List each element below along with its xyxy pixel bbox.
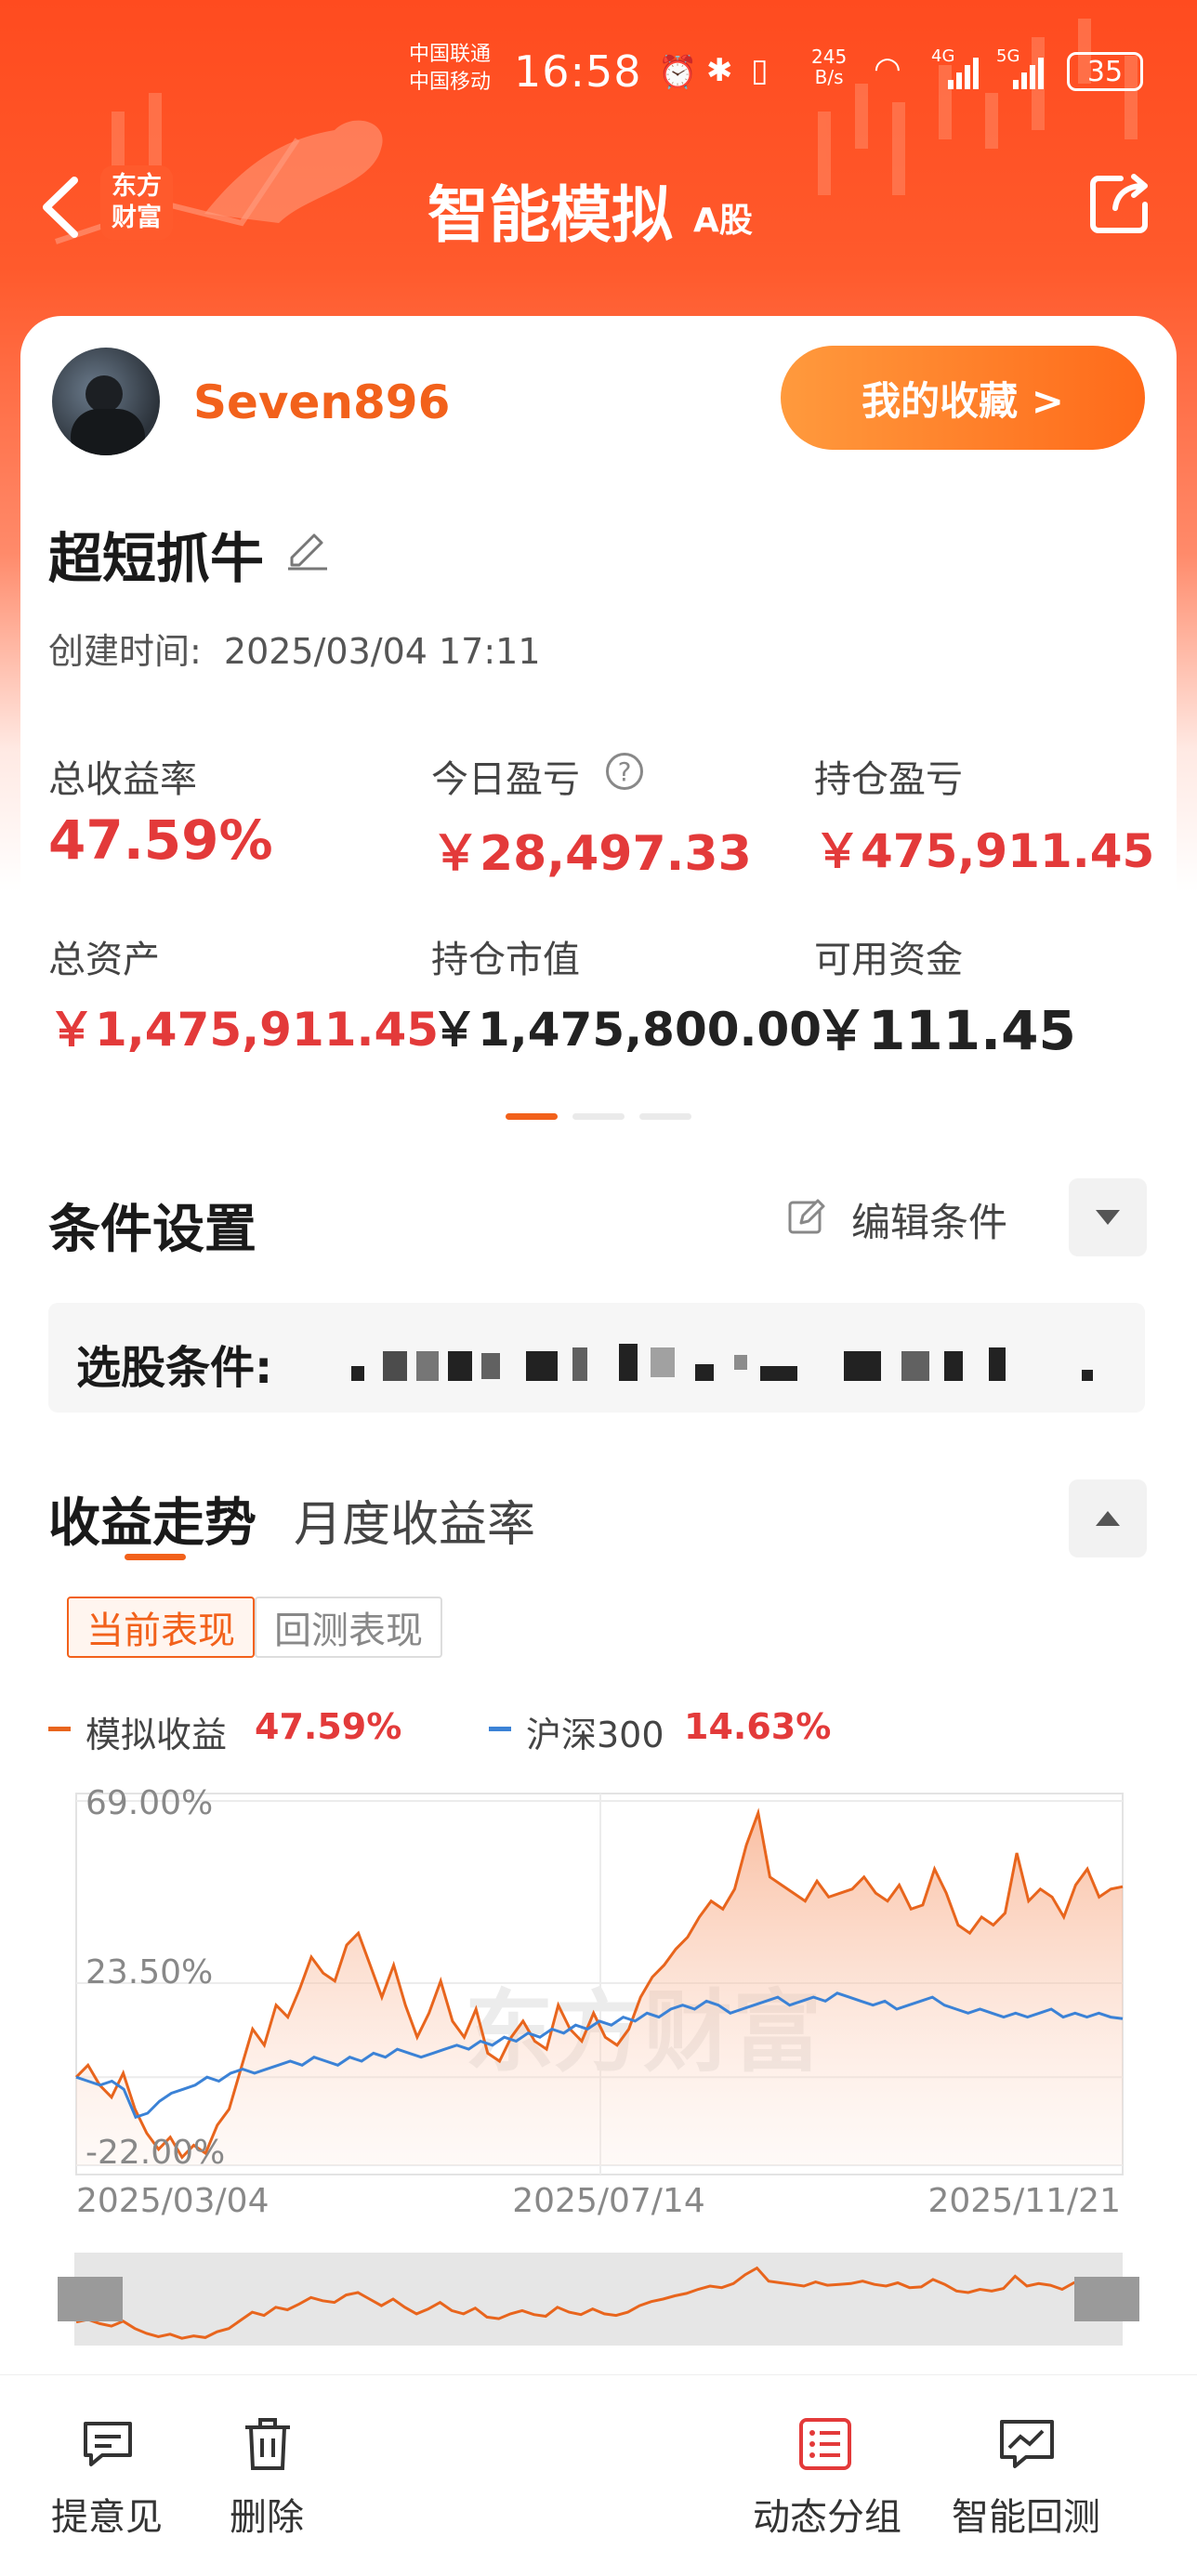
help-icon[interactable]: ?	[606, 753, 643, 790]
legend-hs300-name: 沪深300	[526, 1715, 664, 1755]
signal-2-icon	[1013, 58, 1044, 89]
bluetooth-icon: ✱	[706, 52, 733, 89]
conditions-title: 条件设置	[48, 1200, 256, 1260]
stock-condition-label: 选股条件:	[76, 1342, 273, 1394]
pager-dot[interactable]	[572, 1113, 625, 1120]
edit-name-icon[interactable]	[284, 526, 331, 572]
smart-backtest-button[interactable]: 智能回测	[942, 2487, 1110, 2541]
carrier-2: 中国移动	[409, 71, 492, 94]
vibrate-icon: ▯	[751, 52, 769, 89]
current-performance-button[interactable]: 当前表现	[67, 1597, 255, 1658]
stat-label-today-pnl: 今日盈亏	[431, 758, 580, 801]
created-label: 创建时间:	[48, 631, 202, 672]
dynamic-group-button[interactable]: 动态分组	[743, 2487, 911, 2541]
stat-label-position-pnl: 持仓盈亏	[814, 758, 963, 801]
chevron-up-icon	[1096, 1511, 1120, 1526]
navigator-track	[74, 2253, 1123, 2346]
bottom-toolbar	[0, 2374, 1197, 2576]
stat-value-total-return: 47.59%	[48, 808, 273, 872]
edit-conditions-button[interactable]: 编辑条件	[851, 1191, 1007, 1248]
stat-value-total-assets: ￥1,475,911.45	[48, 1003, 440, 1057]
legend-sim-name: 模拟收益	[86, 1715, 228, 1755]
navigator-handle-left[interactable]	[58, 2277, 123, 2321]
stat-label-total-return: 总收益率	[48, 758, 197, 801]
my-favorites-button[interactable]: 我的收藏 >	[781, 346, 1145, 450]
y-tick-label: -22.00%	[86, 2134, 225, 2172]
tab-active-indicator	[125, 1554, 186, 1560]
wifi-icon: ◠	[874, 50, 901, 87]
group-list-icon[interactable]	[797, 2416, 853, 2472]
carrier-1: 中国联通	[409, 43, 492, 66]
range-navigator[interactable]	[0, 2249, 1197, 2351]
backtest-chart-icon[interactable]	[998, 2416, 1056, 2472]
delete-button[interactable]: 删除	[206, 2487, 327, 2541]
status-time: 16:58	[514, 46, 642, 97]
x-tick-labels: 2025/03/04 2025/07/14 2025/11/21	[76, 2182, 1121, 2220]
share-icon[interactable]	[1087, 171, 1152, 236]
created-row: 创建时间: 2025/03/04 17:11	[48, 623, 541, 674]
page-title: 智能模拟	[428, 179, 673, 251]
feedback-button[interactable]: 提意见	[46, 2487, 167, 2541]
tab-monthly-return[interactable]: 月度收益率	[294, 1485, 535, 1555]
conditions-collapse-button[interactable]	[1069, 1178, 1147, 1256]
avatar[interactable]	[52, 348, 160, 455]
legend-hs300-value: 14.63%	[684, 1706, 832, 1747]
status-carriers: 中国联通 中国移动	[409, 41, 491, 97]
strategy-name: 超短抓牛	[48, 527, 265, 590]
navigator-handle-right[interactable]	[1074, 2277, 1139, 2321]
stock-condition-redacted	[344, 1342, 1134, 1388]
stat-label-market-value: 持仓市值	[431, 939, 580, 981]
returns-collapse-button[interactable]	[1069, 1479, 1147, 1557]
y-tick-label: 23.50%	[86, 1953, 213, 1991]
return-trend-chart[interactable]: 东方财富 69.00%23.50%-22.00% 2025/03/042025/…	[0, 1784, 1197, 2221]
y-tick-label: 69.00%	[86, 1784, 213, 1822]
back-arrow-icon[interactable]	[37, 175, 84, 240]
x-tick-label: 2025/11/21	[928, 2182, 1122, 2220]
x-tick-label: 2025/07/14	[512, 2182, 705, 2220]
edit-conditions-icon[interactable]	[786, 1197, 827, 1238]
battery-level: 35	[1086, 55, 1124, 88]
alarm-icon: ⏰	[658, 54, 698, 91]
eastmoney-logo: 东方 财富	[100, 165, 173, 240]
legend-swatch-sim	[48, 1727, 71, 1731]
stat-value-today-pnl: ￥28,497.33	[431, 826, 752, 882]
pager-dot[interactable]	[639, 1113, 691, 1120]
chevron-down-icon	[1096, 1210, 1120, 1225]
stat-value-position-pnl: ￥475,911.45	[814, 824, 1155, 878]
username: Seven896	[193, 375, 451, 429]
signal-1-icon	[948, 58, 979, 89]
feedback-icon[interactable]	[80, 2416, 136, 2472]
stat-label-available-cash: 可用资金	[814, 939, 963, 981]
net-speed-value: 245	[811, 46, 848, 68]
stat-value-market-value: ￥1,475,800.00	[431, 1003, 822, 1057]
net-speed: 245 B/s	[811, 46, 847, 87]
pager-dot-active[interactable]	[506, 1113, 558, 1120]
logo-line-2: 财富	[112, 204, 162, 232]
net-speed-unit: B/s	[814, 66, 844, 88]
backtest-performance-button[interactable]: 回测表现	[255, 1597, 442, 1658]
created-time: 2025/03/04 17:11	[223, 631, 541, 672]
logo-line-1: 东方	[112, 172, 162, 201]
battery-icon: 35	[1067, 52, 1143, 91]
stat-label-total-assets: 总资产	[48, 939, 160, 981]
stat-value-available-cash: ￥111.45	[814, 999, 1076, 1062]
legend-sim-value: 47.59%	[255, 1706, 402, 1747]
page-subtitle: A股	[693, 202, 753, 240]
tab-return-trend[interactable]: 收益走势	[48, 1481, 256, 1557]
trash-icon[interactable]	[240, 2416, 296, 2472]
x-tick-label: 2025/03/04	[76, 2182, 270, 2220]
legend-swatch-hs300	[489, 1727, 511, 1731]
